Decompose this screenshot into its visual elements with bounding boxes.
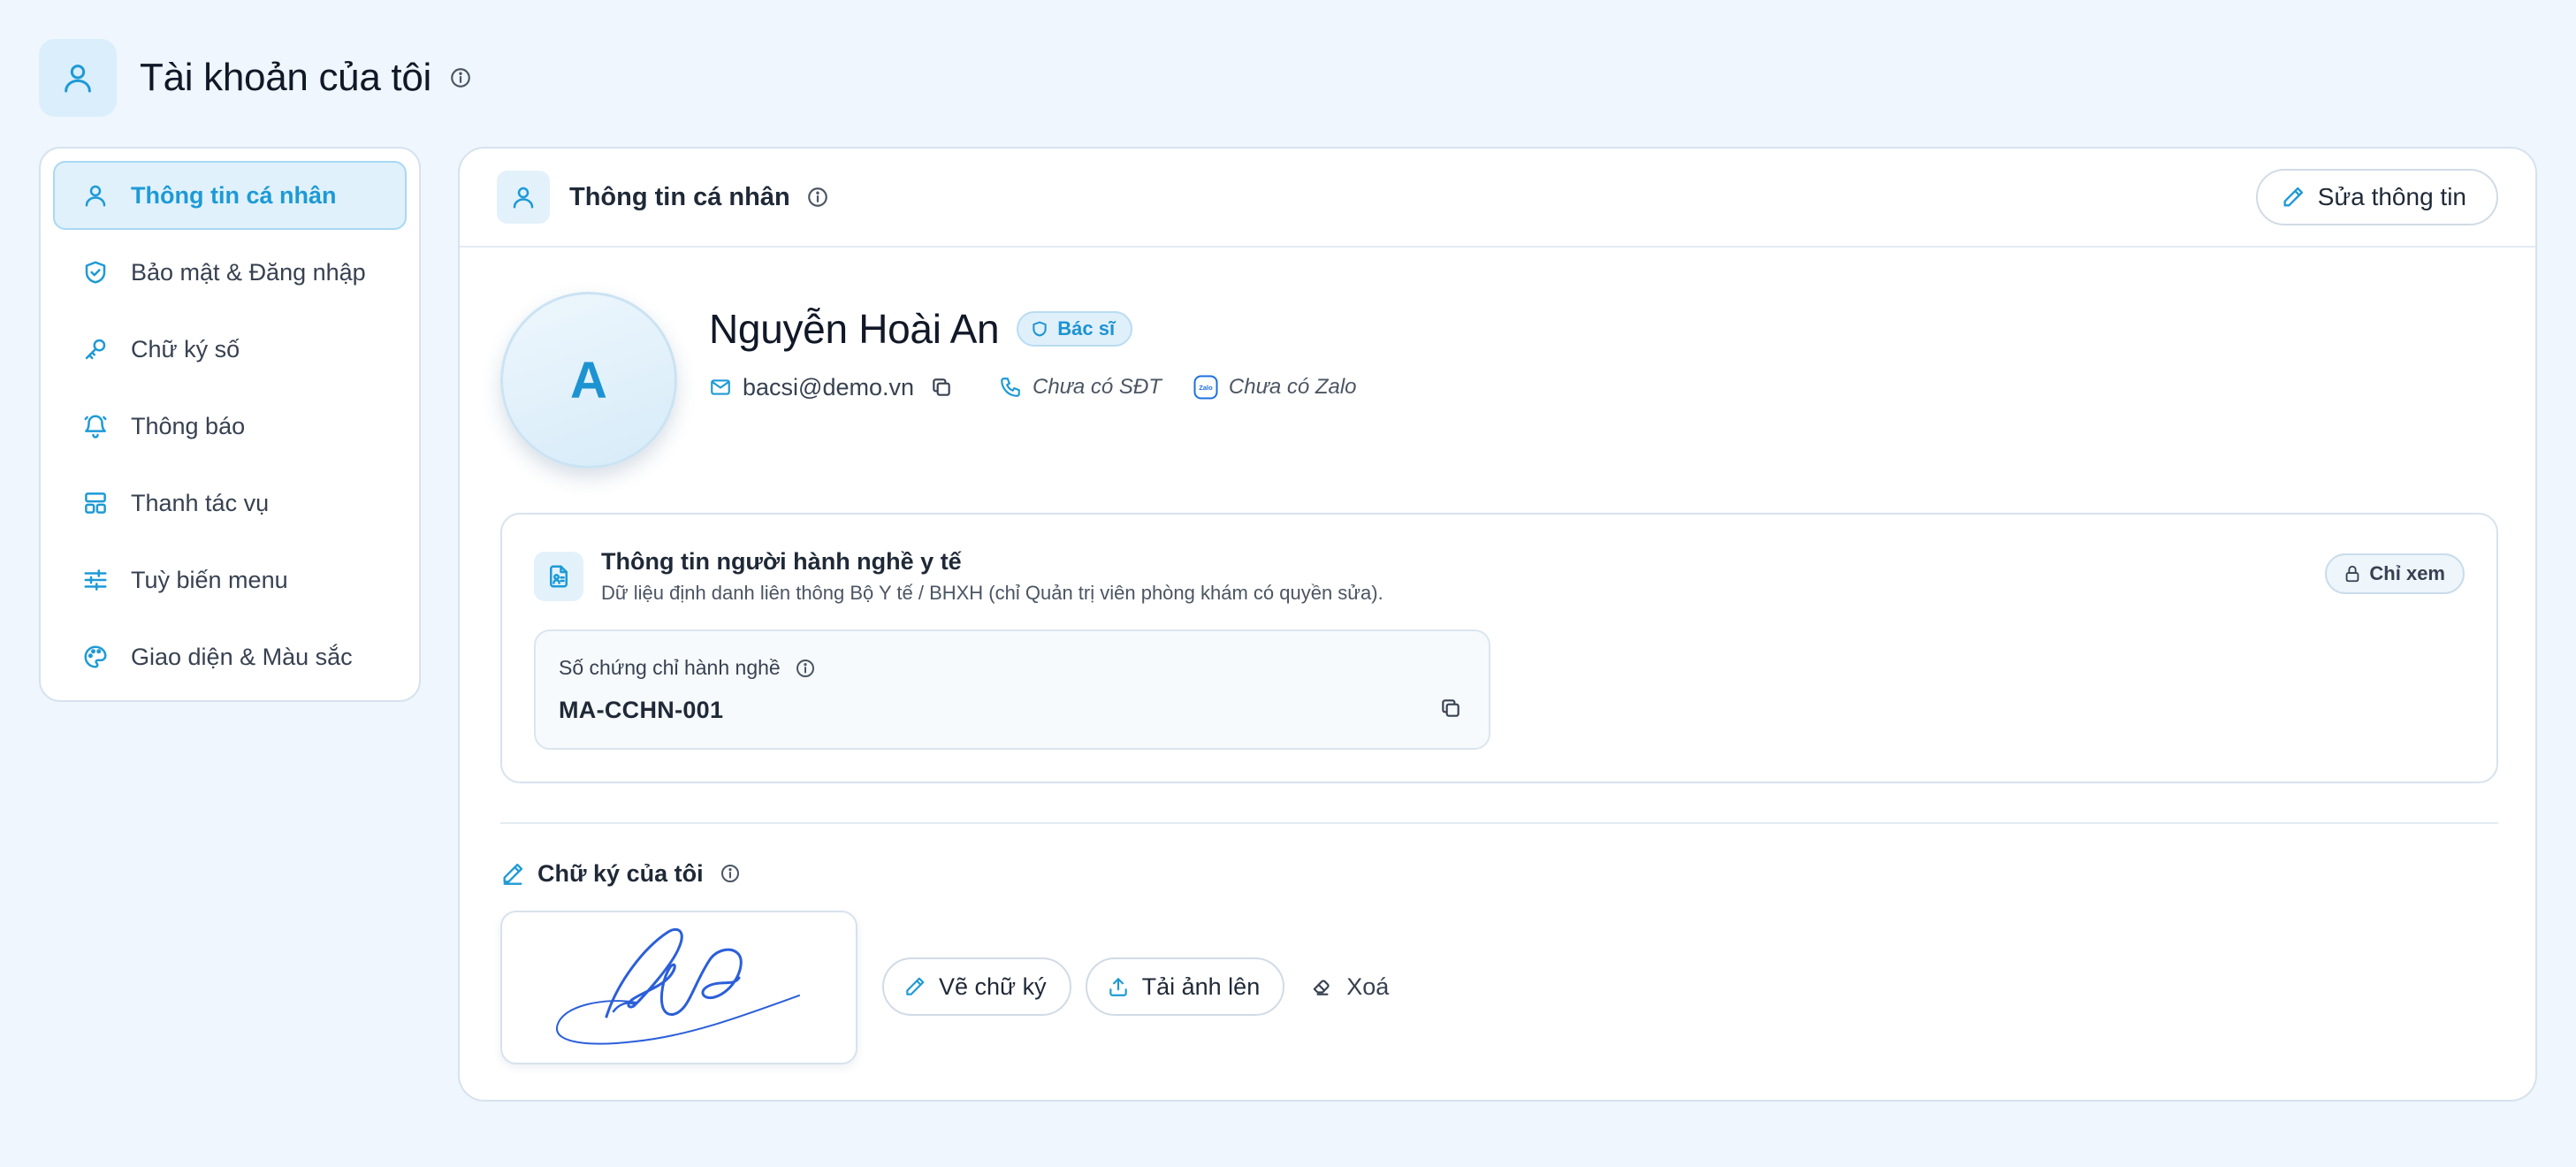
layout-icon	[80, 487, 111, 519]
draw-signature-button[interactable]: Vẽ chữ ký	[882, 957, 1071, 1016]
copy-email-icon[interactable]	[930, 376, 953, 399]
sidebar-item-appearance[interactable]: Giao diện & Màu sắc	[53, 622, 407, 691]
sidebar-item-label: Tuỳ biến menu	[131, 566, 288, 593]
shield-check-icon	[80, 256, 111, 288]
info-icon[interactable]	[795, 658, 816, 679]
user-icon	[80, 179, 111, 211]
readonly-label: Chỉ xem	[2369, 562, 2445, 584]
cert-number-field: Số chứng chỉ hành nghề MA-CCHN-001	[534, 629, 1490, 750]
phone-icon	[999, 376, 1022, 399]
sidebar-item-taskbar[interactable]: Thanh tác vụ	[53, 469, 407, 538]
medical-file-icon	[534, 552, 583, 601]
edit-info-button[interactable]: Sửa thông tin	[2255, 169, 2498, 225]
card-title: Thông tin cá nhân	[569, 182, 790, 211]
copy-cert-icon[interactable]	[1439, 697, 1462, 720]
profile-info: Nguyễn Hoài An Bác sĩ bacsi@demo.vn Chưa…	[709, 301, 1357, 405]
edit-info-label: Sửa thông tin	[2317, 183, 2466, 210]
info-icon[interactable]	[720, 863, 741, 884]
pencil-icon	[500, 861, 525, 886]
signature-title: Chữ ký của tôi	[537, 859, 704, 887]
delete-signature-button[interactable]: Xoá	[1299, 957, 1401, 1016]
readonly-badge: Chỉ xem	[2325, 553, 2465, 594]
sidebar-item-label: Bảo mật & Đăng nhập	[131, 258, 366, 286]
email-contact: bacsi@demo.vn	[709, 374, 953, 401]
signature-section-header: Chữ ký của tôi	[500, 856, 741, 891]
sidebar-item-personal-info[interactable]: Thông tin cá nhân	[53, 161, 407, 230]
sidebar-item-label: Chữ ký số	[131, 335, 240, 362]
signature-actions: Vẽ chữ ký Tải ảnh lên Xoá	[882, 957, 1401, 1016]
sidebar: Thông tin cá nhân Bảo mật & Đăng nhập Ch…	[39, 147, 421, 702]
user-icon	[497, 171, 550, 224]
info-icon[interactable]	[449, 66, 472, 89]
pencil-icon	[2281, 185, 2305, 210]
page-title: Tài khoản của tôi	[140, 56, 431, 99]
info-icon[interactable]	[806, 186, 829, 209]
practitioner-card: Thông tin người hành nghề y tế Dữ liệu đ…	[500, 513, 2498, 783]
eraser-icon	[1311, 975, 1334, 998]
personal-info-card: Thông tin cá nhân Sửa thông tin A Nguyễn…	[458, 147, 2537, 1102]
sidebar-item-label: Thông tin cá nhân	[131, 181, 337, 209]
sidebar-item-label: Giao diện & Màu sắc	[131, 643, 353, 670]
role-badge: Bác sĩ	[1017, 311, 1133, 347]
practitioner-title: Thông tin người hành nghề y tế	[601, 548, 962, 575]
zalo-text: Chưa có Zalo	[1228, 375, 1357, 399]
upload-image-button[interactable]: Tải ảnh lên	[1085, 957, 1285, 1016]
upload-icon	[1107, 975, 1130, 998]
upload-image-label: Tải ảnh lên	[1141, 972, 1261, 1000]
lock-icon	[2343, 564, 2362, 584]
sidebar-item-security[interactable]: Bảo mật & Đăng nhập	[53, 238, 407, 307]
mail-icon	[709, 376, 732, 399]
key-icon	[80, 333, 111, 365]
bell-icon	[80, 410, 111, 442]
sidebar-item-label: Thanh tác vụ	[131, 489, 270, 516]
palette-icon	[80, 641, 111, 673]
user-name: Nguyễn Hoài An	[709, 306, 1000, 352]
user-icon	[39, 39, 117, 117]
zalo-icon: Zalo	[1193, 375, 1218, 400]
signature-preview	[500, 911, 857, 1064]
phone-text: Chưa có SĐT	[1033, 375, 1162, 399]
pencil-icon	[903, 975, 926, 998]
role-label: Bác sĩ	[1057, 317, 1116, 339]
draw-signature-label: Vẽ chữ ký	[939, 972, 1047, 1000]
section-divider	[500, 822, 2498, 824]
card-header: Thông tin cá nhân Sửa thông tin	[460, 149, 2535, 248]
zalo-contact: Zalo Chưa có Zalo	[1193, 375, 1357, 400]
sidebar-item-notifications[interactable]: Thông báo	[53, 392, 407, 461]
signature-image	[555, 927, 800, 1045]
sidebar-item-label: Thông báo	[131, 412, 246, 439]
shield-icon	[1031, 320, 1048, 338]
page-header: Tài khoản của tôi	[39, 39, 472, 117]
zalo-icon-text: Zalo	[1199, 384, 1213, 392]
sidebar-item-digital-signature[interactable]: Chữ ký số	[53, 315, 407, 384]
delete-signature-label: Xoá	[1346, 972, 1390, 1000]
cert-value: MA-CCHN-001	[559, 697, 724, 723]
phone-contact: Chưa có SĐT	[999, 375, 1162, 400]
sliders-icon	[80, 564, 111, 596]
email-text: bacsi@demo.vn	[743, 373, 914, 400]
practitioner-subtitle: Dữ liệu định danh liên thông Bộ Y tế / B…	[601, 582, 1383, 604]
sidebar-item-menu-customization[interactable]: Tuỳ biến menu	[53, 545, 407, 614]
avatar: A	[500, 292, 677, 469]
cert-label: Số chứng chỉ hành nghề	[559, 656, 781, 679]
